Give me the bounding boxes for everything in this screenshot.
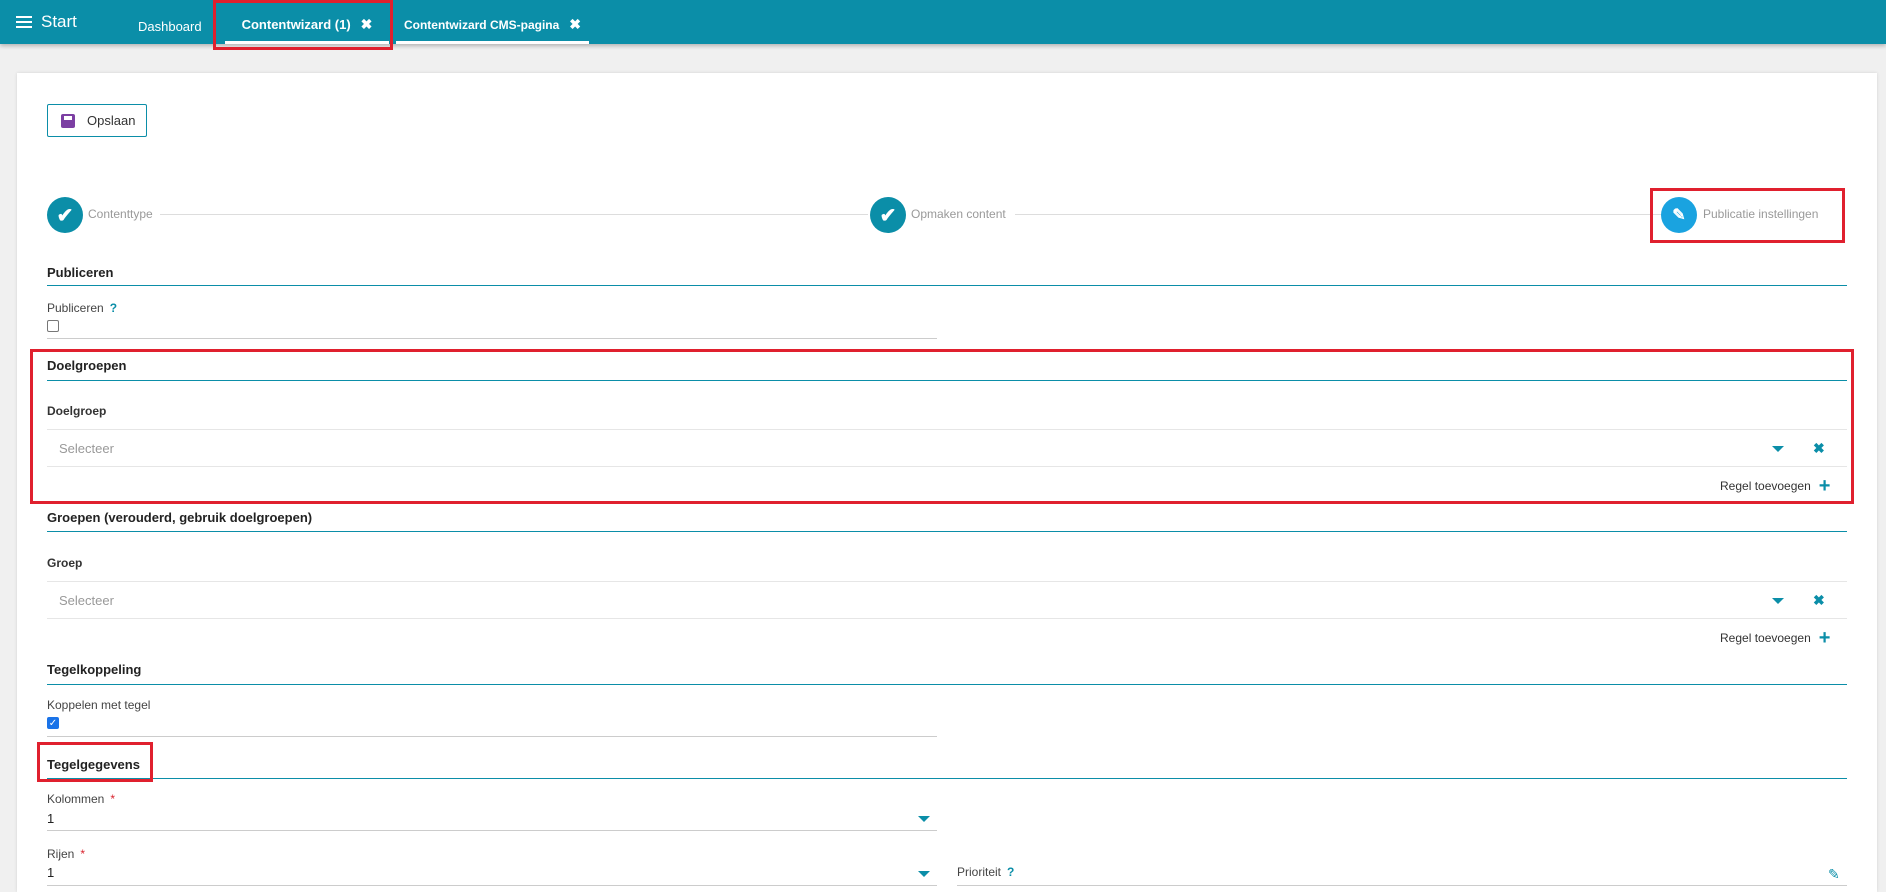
- close-icon[interactable]: ✖: [569, 16, 581, 33]
- tab-contentwizard[interactable]: Contentwizard (1) ✖: [225, 8, 389, 44]
- publiceren-checkbox[interactable]: [47, 320, 59, 332]
- start-menu-button[interactable]: Start: [16, 10, 77, 34]
- menu-icon: [16, 16, 32, 28]
- add-row-button[interactable]: Regel toevoegen +: [1720, 475, 1831, 497]
- doelgroep-select[interactable]: Selecteer ✖: [47, 429, 1847, 467]
- chevron-down-icon[interactable]: [1772, 598, 1784, 604]
- field-underline: [47, 736, 937, 737]
- plus-icon: +: [1818, 627, 1831, 649]
- required-mark: *: [110, 792, 116, 806]
- section-title-doelgroepen: Doelgroepen: [47, 358, 127, 373]
- field-underline: [957, 885, 1847, 886]
- field-underline: [47, 338, 937, 339]
- field-label-text: Publiceren: [47, 301, 104, 315]
- field-label-text: Rijen: [47, 847, 75, 861]
- field-underline: [47, 885, 937, 886]
- chevron-down-icon[interactable]: [918, 816, 930, 822]
- select-placeholder: Selecteer: [59, 441, 114, 456]
- content-card: [17, 73, 1877, 892]
- section-title-tegelgegevens: Tegelgegevens: [47, 757, 140, 772]
- plus-icon: +: [1818, 475, 1831, 497]
- step-label-contenttype: Contenttype: [88, 207, 153, 221]
- save-label: Opslaan: [87, 113, 136, 128]
- section-divider: [47, 778, 1847, 779]
- floppy-disk-icon: [61, 113, 75, 128]
- field-label-kolommen: Kolommen *: [47, 792, 115, 806]
- help-icon[interactable]: ?: [1007, 865, 1014, 879]
- pencil-icon[interactable]: ✎: [1661, 197, 1697, 233]
- section-divider: [47, 684, 1847, 685]
- groep-select[interactable]: Selecteer ✖: [47, 581, 1847, 619]
- tab-label: Contentwizard (1): [241, 17, 351, 32]
- add-row-label: Regel toevoegen: [1720, 479, 1811, 493]
- step-label-opmaken: Opmaken content: [911, 207, 1006, 221]
- rijen-value[interactable]: 1: [47, 865, 54, 880]
- section-divider: [47, 285, 1847, 286]
- check-icon[interactable]: ✔: [47, 197, 83, 233]
- section-title-publiceren: Publiceren: [47, 265, 114, 280]
- close-icon[interactable]: ✖: [361, 16, 373, 33]
- chevron-down-icon[interactable]: [1772, 446, 1784, 452]
- field-label-text: Prioriteit: [957, 865, 1002, 879]
- section-divider: [47, 531, 1847, 532]
- tab-dashboard[interactable]: Dashboard: [138, 8, 228, 44]
- field-label-prioriteit: Prioriteit?: [957, 865, 1014, 879]
- stepper-line: [1015, 214, 1665, 215]
- top-bar: Start Dashboard Contentwizard (1) ✖ Cont…: [0, 0, 1886, 44]
- tab-contentwizard-cms[interactable]: Contentwizard CMS-pagina ✖: [396, 8, 589, 44]
- field-label-rijen: Rijen *: [47, 847, 85, 861]
- check-icon[interactable]: ✔: [870, 197, 906, 233]
- field-underline: [47, 830, 937, 831]
- section-title-groepen: Groepen (verouderd, gebruik doelgroepen): [47, 510, 313, 525]
- step-label-publicatie: Publicatie instellingen: [1703, 207, 1819, 221]
- section-title-tegelkoppeling: Tegelkoppeling: [47, 662, 142, 677]
- select-placeholder: Selecteer: [59, 593, 114, 608]
- pencil-icon[interactable]: ✎: [1828, 866, 1840, 883]
- field-label-groep: Groep: [47, 556, 83, 570]
- kolommen-value[interactable]: 1: [47, 811, 54, 826]
- add-row-button[interactable]: Regel toevoegen +: [1720, 627, 1831, 649]
- required-mark: *: [80, 847, 86, 861]
- field-label-doelgroep: Doelgroep: [47, 404, 107, 418]
- chevron-down-icon[interactable]: [918, 871, 930, 877]
- tab-label: Contentwizard CMS-pagina: [403, 17, 560, 32]
- field-label-koppelen: Koppelen met tegel: [47, 698, 151, 712]
- field-label-publiceren: Publiceren?: [47, 301, 117, 315]
- close-icon[interactable]: ✖: [1813, 592, 1825, 609]
- add-row-label: Regel toevoegen: [1720, 631, 1811, 645]
- section-divider: [47, 380, 1847, 381]
- save-button[interactable]: Opslaan: [47, 104, 147, 137]
- stepper-line: [160, 214, 868, 215]
- koppelen-checkbox[interactable]: ✓: [47, 717, 59, 729]
- tab-label: Dashboard: [138, 18, 202, 34]
- close-icon[interactable]: ✖: [1813, 440, 1825, 457]
- field-label-text: Kolommen: [47, 792, 105, 806]
- start-label: Start: [41, 12, 77, 31]
- help-icon[interactable]: ?: [110, 301, 117, 315]
